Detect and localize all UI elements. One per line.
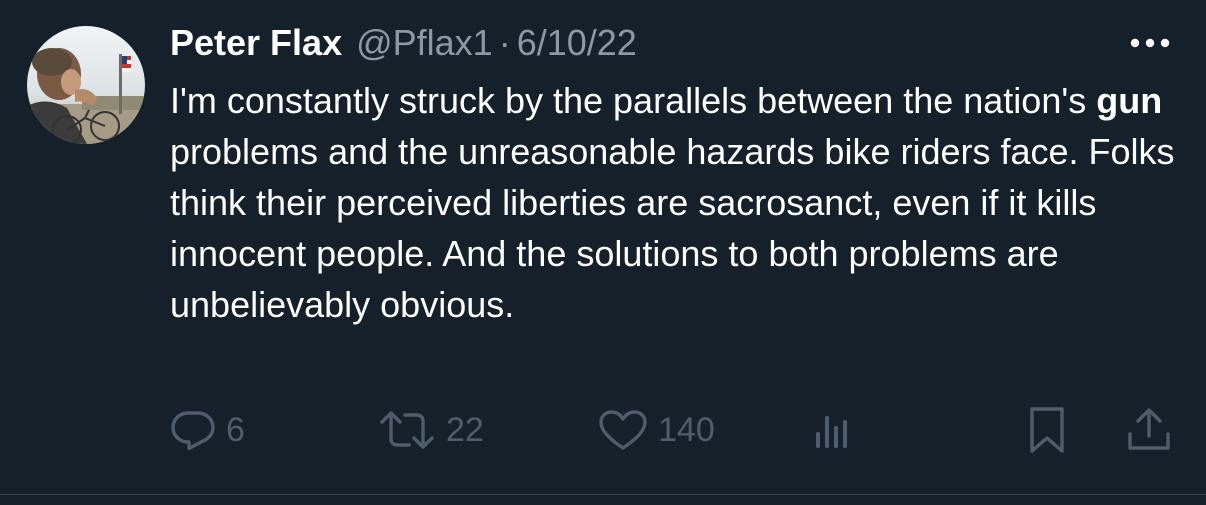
retweet-button[interactable]: 22 [378, 406, 484, 454]
analytics-button[interactable] [810, 406, 856, 454]
tweet-text-highlight: gun [1096, 80, 1163, 121]
retweet-icon [378, 408, 436, 452]
reply-icon [170, 408, 216, 452]
tweet-date[interactable]: 6/10/22 [517, 22, 637, 64]
tweet-text-part: I'm constantly struck by the parallels b… [170, 80, 1097, 121]
like-button[interactable]: 140 [598, 406, 715, 454]
tweet-header: Peter Flax @Pflax1 · 6/10/22 [170, 22, 637, 72]
separator-dot: · [498, 22, 511, 63]
author-name[interactable]: Peter Flax [170, 22, 342, 64]
bookmark-icon [1024, 405, 1070, 455]
tweet-text: I'm constantly struck by the parallels b… [170, 75, 1190, 330]
reply-button[interactable]: 6 [170, 406, 245, 454]
bookmark-button[interactable] [1024, 406, 1070, 454]
author-handle[interactable]: @Pflax1 [356, 22, 493, 64]
analytics-icon [810, 408, 856, 452]
like-count: 140 [658, 410, 715, 449]
more-options-button[interactable] [1126, 28, 1174, 58]
share-button[interactable] [1124, 406, 1174, 454]
tweet-text-part: problems and the unreasonable hazards bi… [170, 131, 1175, 325]
tweet[interactable]: Peter Flax @Pflax1 · 6/10/22 I'm constan… [0, 0, 1206, 495]
retweet-count: 22 [446, 410, 484, 449]
avatar[interactable] [27, 26, 145, 144]
tweet-actions: 6 22 140 [0, 400, 1206, 460]
more-horizontal-icon [1126, 38, 1174, 62]
share-icon [1124, 406, 1174, 454]
reply-count: 6 [226, 410, 245, 449]
heart-icon [598, 408, 648, 452]
